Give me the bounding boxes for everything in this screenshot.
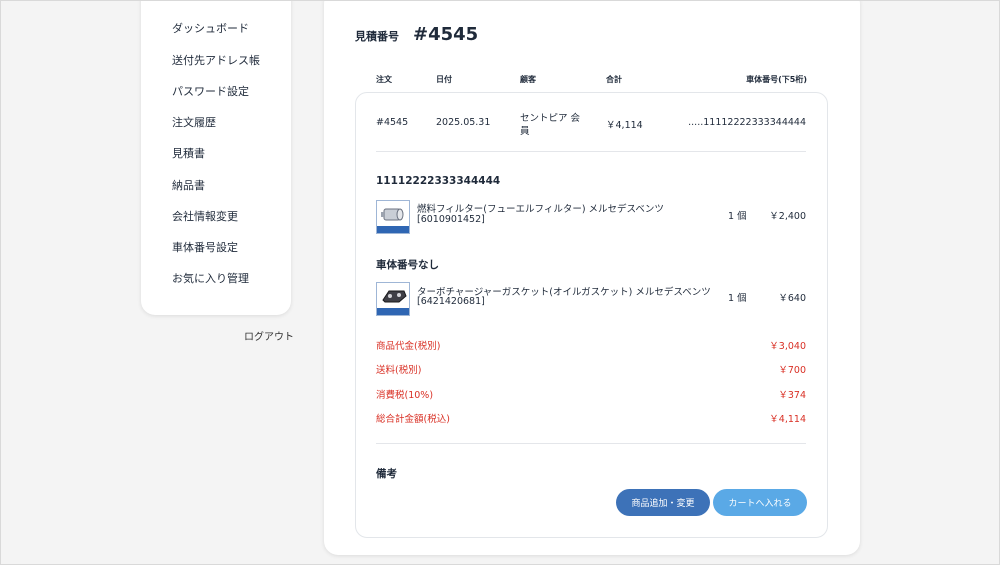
divider [376, 151, 806, 152]
group-title-vin: 11112222333344444 [376, 175, 501, 187]
item-price: ￥2,400 [769, 211, 806, 222]
shipping-label: 送料(税別) [376, 365, 422, 376]
item-name[interactable]: 燃料フィルター(フューエルフィルター) メルセデスベンツ [417, 201, 664, 215]
grand-total-value: ￥4,114 [769, 414, 806, 425]
sidebar-item-delivery-notes[interactable]: 納品書 [172, 177, 205, 193]
notes-title: 備考 [376, 468, 397, 480]
row-total: ￥4,114 [606, 120, 643, 131]
row-order-number: #4545 [376, 117, 409, 128]
quote-card [355, 92, 828, 538]
group-title-no-vin: 車体番号なし [376, 259, 439, 271]
add-to-cart-button[interactable]: カートへ入れる [713, 489, 807, 516]
grand-total-label: 総合計金額(税込) [376, 414, 450, 425]
row-customer-line1: セントピア 会 [520, 113, 581, 124]
quote-number: #4545 [413, 24, 479, 45]
sidebar-item-dashboard[interactable]: ダッシュボード [172, 20, 249, 36]
divider [376, 443, 806, 444]
column-header-order: 注文 [376, 75, 392, 84]
item-code: [6421420681] [417, 296, 485, 307]
item-quantity: 1 個 [728, 211, 747, 222]
sidebar-item-vin-settings[interactable]: 車体番号設定 [172, 239, 238, 255]
sidebar-item-address-book[interactable]: 送付先アドレス帳 [172, 52, 260, 68]
item-price: ￥640 [778, 293, 806, 304]
sidebar-item-favorites[interactable]: お気に入り管理 [172, 270, 249, 286]
logout-link[interactable]: ログアウト [244, 328, 294, 343]
row-vin: .....11112222333344444 [688, 117, 806, 128]
fuel-filter-icon[interactable] [376, 200, 410, 234]
page-title: 見積番号 #4545 [355, 24, 478, 45]
quote-number-label: 見積番号 [355, 30, 399, 43]
column-header-vin: 車体番号(下5桁) [746, 75, 807, 84]
column-header-total: 合計 [606, 75, 622, 84]
tax-value: ￥374 [778, 390, 806, 401]
subtotal-label: 商品代金(税別) [376, 341, 441, 352]
item-quantity: 1 個 [728, 293, 747, 304]
row-date: 2025.05.31 [436, 117, 491, 128]
sidebar-item-password[interactable]: パスワード設定 [172, 83, 249, 99]
add-change-items-button[interactable]: 商品追加・変更 [616, 489, 710, 516]
row-customer-line2: 員 [520, 126, 530, 137]
shipping-value: ￥700 [778, 365, 806, 376]
sidebar-item-quotes[interactable]: 見積書 [172, 145, 205, 161]
subtotal-value: ￥3,040 [769, 341, 806, 352]
sidebar: ダッシュボード 送付先アドレス帳 パスワード設定 注文履歴 見積書 納品書 会社… [141, 0, 291, 315]
sidebar-item-company-info[interactable]: 会社情報変更 [172, 208, 238, 224]
column-header-date: 日付 [436, 75, 452, 84]
tax-label: 消費税(10%) [376, 390, 434, 401]
gasket-icon[interactable] [376, 282, 410, 316]
column-header-customer: 顧客 [520, 75, 536, 84]
sidebar-item-order-history[interactable]: 注文履歴 [172, 114, 216, 130]
item-code: [6010901452] [417, 214, 485, 225]
